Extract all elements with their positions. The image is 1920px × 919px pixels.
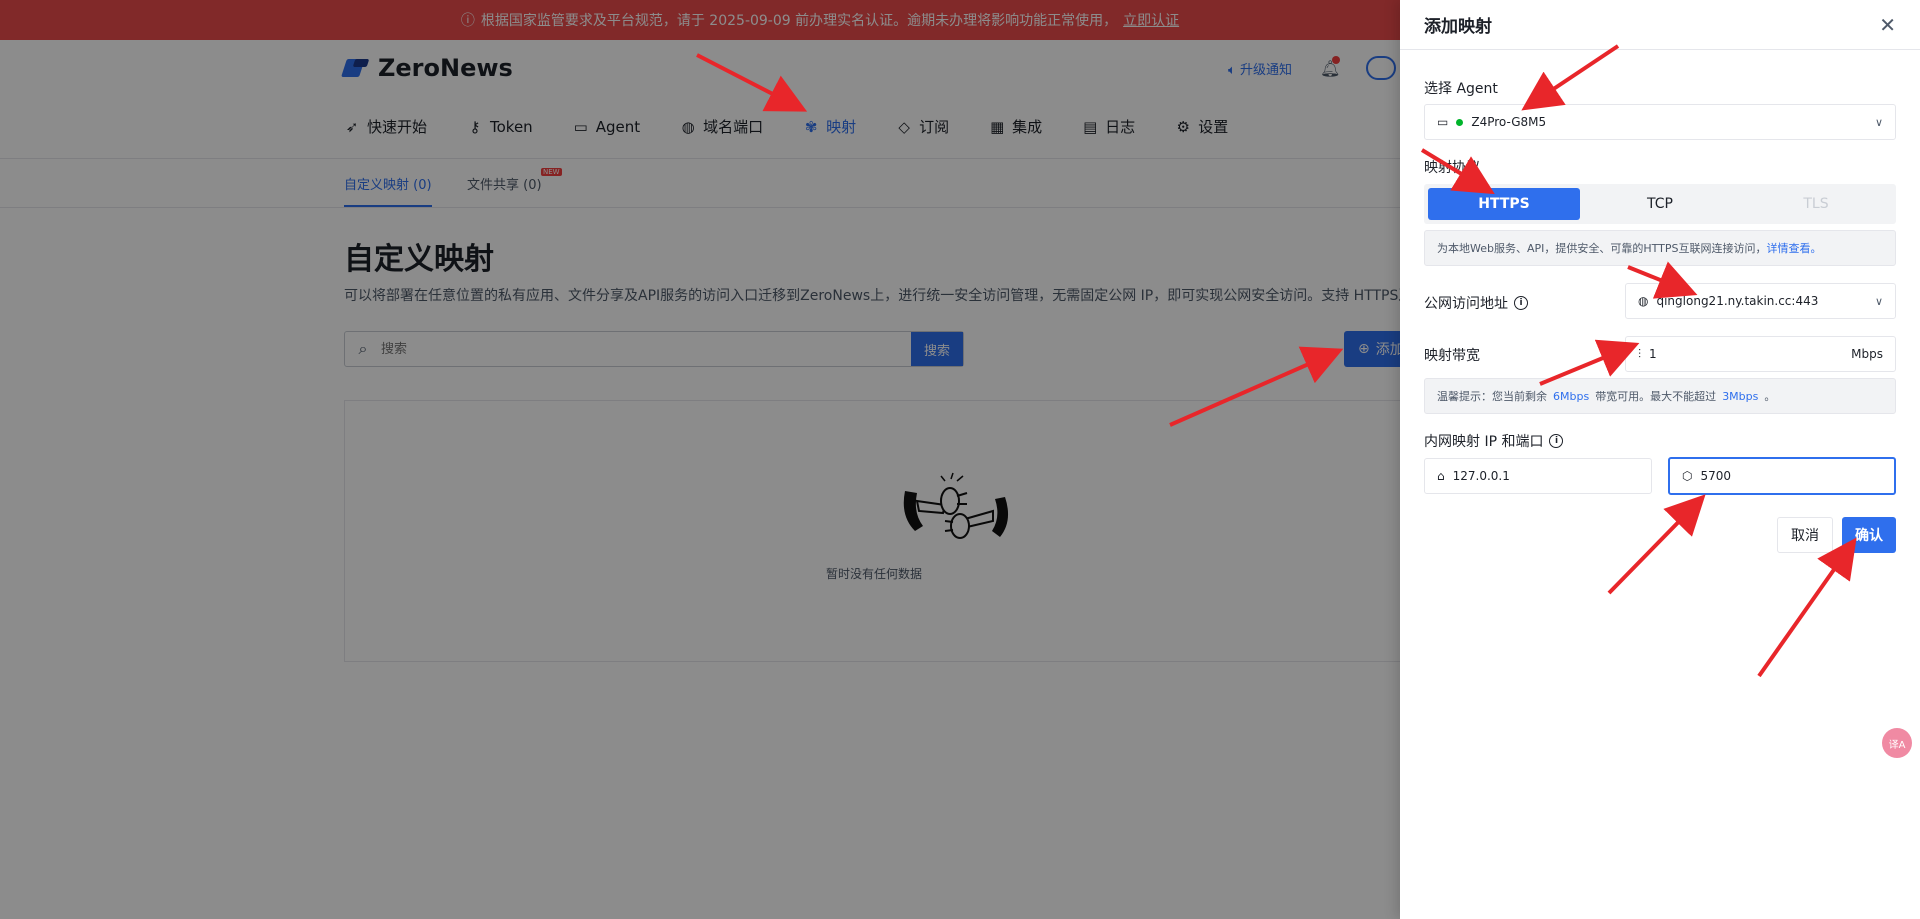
internal-port-value: 5700 — [1700, 469, 1732, 483]
internal-label-text: 内网映射 IP 和端口 — [1424, 434, 1544, 450]
cube-icon: ⬡ — [1682, 469, 1693, 483]
protocol-tcp[interactable]: TCP — [1584, 188, 1736, 220]
close-icon[interactable]: ✕ — [1879, 13, 1896, 37]
public-addr-value: qinglong21.ny.takin.cc:443 — [1656, 294, 1819, 308]
add-mapping-drawer: 添加映射 ✕ 选择 Agent ▭ Z4Pro-G8M5 ∨ 映射协议 HTTP… — [1400, 0, 1920, 919]
bandwidth-max: 3Mbps — [1722, 389, 1759, 403]
internal-ip-value: 127.0.0.1 — [1452, 469, 1510, 483]
public-addr-label-text: 公网访问地址 — [1424, 296, 1508, 312]
info-icon[interactable]: i — [1514, 296, 1528, 310]
drawer-title: 添加映射 — [1424, 17, 1492, 37]
bandwidth-unit: Mbps — [1851, 347, 1883, 361]
internal-label: 内网映射 IP 和端口 i — [1424, 431, 1564, 451]
modal-overlay[interactable] — [0, 0, 1400, 919]
internal-ip-input[interactable]: ⌂ 127.0.0.1 — [1424, 458, 1652, 494]
sliders-icon: ⫶ — [1638, 346, 1642, 361]
online-status-dot — [1456, 118, 1464, 126]
protocol-details-link[interactable]: 详情查看。 — [1767, 240, 1822, 256]
protocol-https[interactable]: HTTPS — [1428, 188, 1580, 220]
agent-select[interactable]: ▭ Z4Pro-G8M5 ∨ — [1424, 104, 1896, 140]
info-icon[interactable]: i — [1549, 434, 1564, 448]
bandwidth-tip-suffix: 。 — [1764, 390, 1776, 403]
laptop-icon: ▭ — [1437, 115, 1449, 129]
protocol-tls[interactable]: TLS — [1740, 188, 1892, 220]
bandwidth-tip-prefix: 温馨提示：您当前剩余 — [1437, 390, 1547, 403]
chevron-down-icon: ∨ — [1874, 115, 1883, 129]
chevron-down-icon: ∨ — [1874, 294, 1883, 308]
agent-label-text: 选择 Agent — [1424, 81, 1498, 97]
agent-select-value: Z4Pro-G8M5 — [1471, 115, 1547, 129]
protocol-tip-text: 为本地Web服务、API，提供安全、可靠的HTTPS互联网连接访问， — [1437, 242, 1767, 255]
protocol-tip: 为本地Web服务、API，提供安全、可靠的HTTPS互联网连接访问， 详情查看。 — [1424, 230, 1896, 266]
bandwidth-tip: 温馨提示：您当前剩余 6Mbps 带宽可用。最大不能超过 3Mbps 。 — [1424, 378, 1896, 414]
globe-icon: ◍ — [1638, 294, 1649, 308]
translate-icon[interactable]: 译A — [1882, 728, 1912, 758]
internal-port-input[interactable]: ⬡ 5700 — [1668, 457, 1896, 495]
bandwidth-remaining: 6Mbps — [1553, 389, 1590, 403]
confirm-button[interactable]: 确认 — [1842, 517, 1896, 553]
home-icon: ⌂ — [1437, 469, 1445, 483]
cancel-button[interactable]: 取消 — [1777, 517, 1833, 553]
bandwidth-label-text: 映射带宽 — [1424, 348, 1480, 364]
bandwidth-tip-mid: 带宽可用。最大不能超过 — [1595, 390, 1717, 403]
public-addr-label: 公网访问地址 i — [1424, 293, 1528, 313]
bandwidth-value: 1 — [1649, 347, 1657, 361]
public-addr-select[interactable]: ◍ qinglong21.ny.takin.cc:443 ∨ — [1625, 283, 1896, 319]
bandwidth-input[interactable]: ⫶ 1 Mbps — [1625, 336, 1896, 372]
protocol-segmented: HTTPS TCP TLS — [1424, 184, 1896, 224]
drawer-header: 添加映射 ✕ — [1400, 0, 1920, 50]
protocol-label-text: 映射协议 — [1424, 160, 1480, 176]
bandwidth-label: 映射带宽 — [1424, 345, 1480, 365]
protocol-label: 映射协议 — [1424, 157, 1480, 177]
agent-label: 选择 Agent — [1424, 78, 1498, 98]
